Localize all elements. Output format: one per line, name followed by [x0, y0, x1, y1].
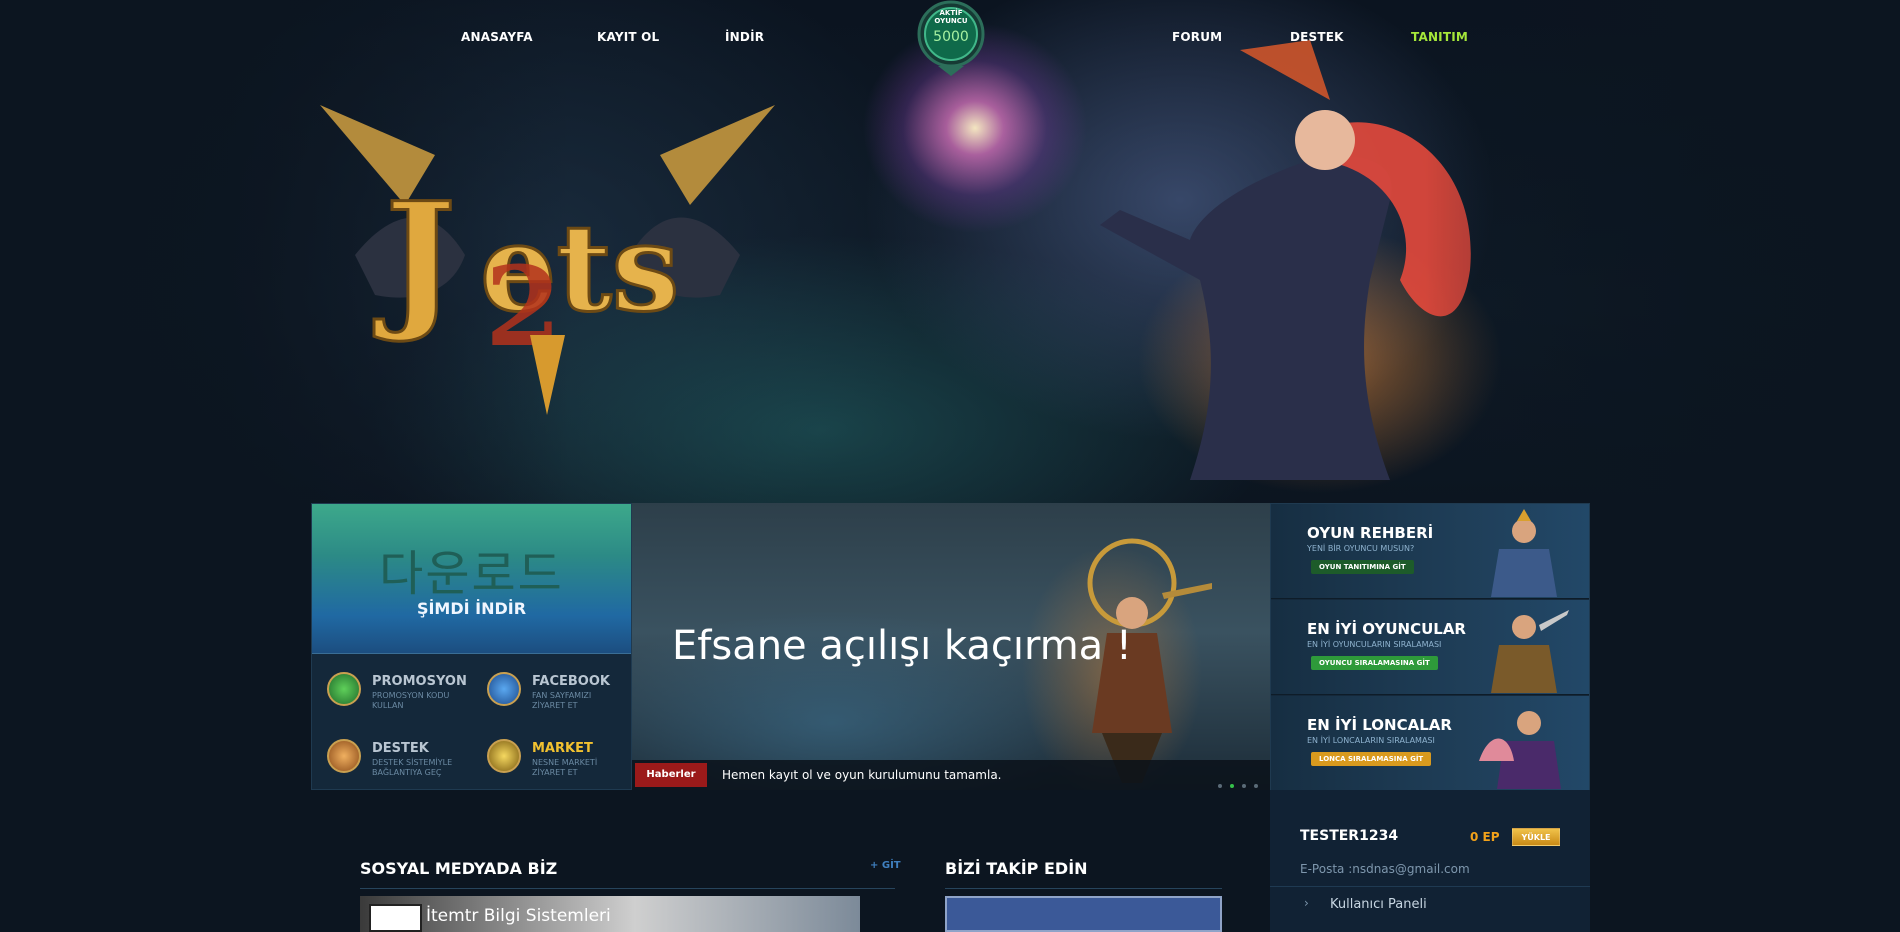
guide-character-icon — [1491, 509, 1557, 597]
quick-link-market[interactable]: MARKET NESNE MARKETİ ZİYARET ET — [472, 723, 632, 790]
facebook-icon — [487, 672, 521, 706]
market-icon — [487, 739, 521, 773]
guild-character-icon — [1479, 711, 1561, 789]
card-subtitle: EN İYİ LONCALARIN SIRALAMASI — [1307, 736, 1435, 745]
gem-icon — [327, 672, 361, 706]
card-title: OYUN REHBERİ — [1307, 524, 1434, 542]
quick-link-title: FACEBOOK — [532, 674, 610, 689]
quick-link-title: DESTEK — [372, 741, 429, 756]
nav-anasayfa[interactable]: ANASAYFA — [461, 30, 533, 44]
quick-link-title: PROMOSYON — [372, 674, 467, 689]
social-divider — [360, 888, 895, 889]
download-button[interactable]: 다운로드 ŞİMDİ İNDİR — [312, 504, 631, 654]
right-info-panel: OYUN REHBERİ YENİ BİR OYUNCU MUSUN? OYUN… — [1270, 503, 1590, 791]
support-icon — [327, 739, 361, 773]
badge-count: 5000 — [933, 29, 969, 45]
channel-logo-icon — [369, 904, 422, 932]
nav-kayit-ol[interactable]: KAYIT OL — [597, 30, 659, 44]
nav-destek[interactable]: DESTEK — [1290, 30, 1344, 44]
card-title: EN İYİ LONCALAR — [1307, 716, 1452, 734]
slider-dot[interactable] — [1254, 784, 1258, 788]
svg-text:J: J — [374, 170, 456, 346]
slider-dot[interactable] — [1218, 784, 1222, 788]
quick-link-subtitle: PROMOSYON KODU KULLAN — [372, 691, 450, 710]
social-git-link[interactable]: + GİT — [870, 860, 901, 871]
user-email: E-Posta :nsdnas@gmail.com — [1300, 862, 1470, 876]
slider-headline: Efsane açılışı kaçırma ! — [672, 623, 1132, 669]
user-panel: TESTER1234 0 EP YÜKLE E-Posta :nsdnas@gm… — [1270, 790, 1590, 932]
quick-link-promosyon[interactable]: PROMOSYON PROMOSYON KODU KULLAN — [312, 656, 472, 723]
card-button[interactable]: OYUN TANITIMINA GİT — [1311, 560, 1414, 574]
game-logo: J ets 2 — [320, 105, 775, 415]
news-tag[interactable]: Haberler — [635, 763, 707, 787]
left-quick-panel: 다운로드 ŞİMDİ İNDİR PROMOSYON PROMOSYON KOD… — [311, 503, 632, 790]
load-ep-button[interactable]: YÜKLE — [1512, 828, 1560, 846]
news-text[interactable]: Hemen kayıt ol ve oyun kurulumunu tamaml… — [722, 768, 1001, 782]
user-panel-link[interactable]: Kullanıcı Paneli — [1330, 897, 1427, 912]
download-korean-text: 다운로드 — [379, 546, 564, 602]
username: TESTER1234 — [1300, 828, 1399, 844]
slider-dot[interactable] — [1242, 784, 1246, 788]
download-label: ŞİMDİ İNDİR — [416, 599, 527, 618]
active-players-badge: AKTİF OYUNCU 5000 — [908, 0, 994, 76]
quick-link-subtitle: NESNE MARKETİ ZİYARET ET — [532, 758, 598, 777]
slider-dot[interactable] — [1230, 784, 1234, 788]
quick-link-title: MARKET — [532, 741, 593, 756]
quick-link-subtitle: FAN SAYFAMIZI ZİYARET ET — [532, 691, 592, 710]
card-subtitle: EN İYİ OYUNCULARIN SIRALAMASI — [1307, 640, 1442, 649]
card-game-guide[interactable]: OYUN REHBERİ YENİ BİR OYUNCU MUSUN? OYUN… — [1271, 504, 1589, 599]
ep-balance: 0 EP — [1470, 830, 1500, 844]
follow-title: BİZİ TAKİP EDİN — [945, 859, 1088, 878]
card-top-guilds[interactable]: EN İYİ LONCALAR EN İYİ LONCALARIN SIRALA… — [1271, 696, 1589, 791]
player-character-icon — [1491, 610, 1569, 693]
quick-link-destek[interactable]: DESTEK DESTEK SİSTEMİYLE BAĞLANTIYA GEÇ — [312, 723, 472, 790]
user-divider — [1270, 886, 1590, 887]
slider-news-bar: Haberler Hemen kayıt ol ve oyun kurulumu… — [632, 760, 1270, 790]
chevron-right-icon: › — [1304, 896, 1309, 910]
card-button[interactable]: LONCA SIRALAMASINA GİT — [1311, 752, 1432, 766]
card-title: EN İYİ OYUNCULAR — [1307, 620, 1466, 638]
card-button[interactable]: OYUNCU SIRALAMASINA GİT — [1311, 656, 1438, 670]
video-thumbnail[interactable]: İtemtr Bilgi Sistemleri — [360, 896, 860, 932]
news-slider[interactable]: Efsane açılışı kaçırma ! Haberler Hemen … — [632, 503, 1270, 790]
nav-forum[interactable]: FORUM — [1172, 30, 1222, 44]
card-top-players[interactable]: EN İYİ OYUNCULAR EN İYİ OYUNCULARIN SIRA… — [1271, 600, 1589, 695]
video-title: İtemtr Bilgi Sistemleri — [426, 906, 611, 926]
slider-dots — [1210, 773, 1258, 790]
badge-caption: AKTİF OYUNCU — [934, 9, 968, 25]
quick-link-facebook[interactable]: FACEBOOK FAN SAYFAMIZI ZİYARET ET — [472, 656, 632, 723]
facebook-widget[interactable] — [945, 896, 1222, 932]
nav-tanitim[interactable]: TANITIM — [1411, 30, 1468, 44]
quick-link-subtitle: DESTEK SİSTEMİYLE BAĞLANTIYA GEÇ — [372, 758, 453, 777]
social-media-title: SOSYAL MEDYADA BİZ — [360, 859, 558, 878]
card-subtitle: YENİ BİR OYUNCU MUSUN? — [1307, 544, 1415, 553]
follow-divider — [945, 888, 1222, 889]
nav-indir[interactable]: İNDİR — [725, 30, 764, 44]
